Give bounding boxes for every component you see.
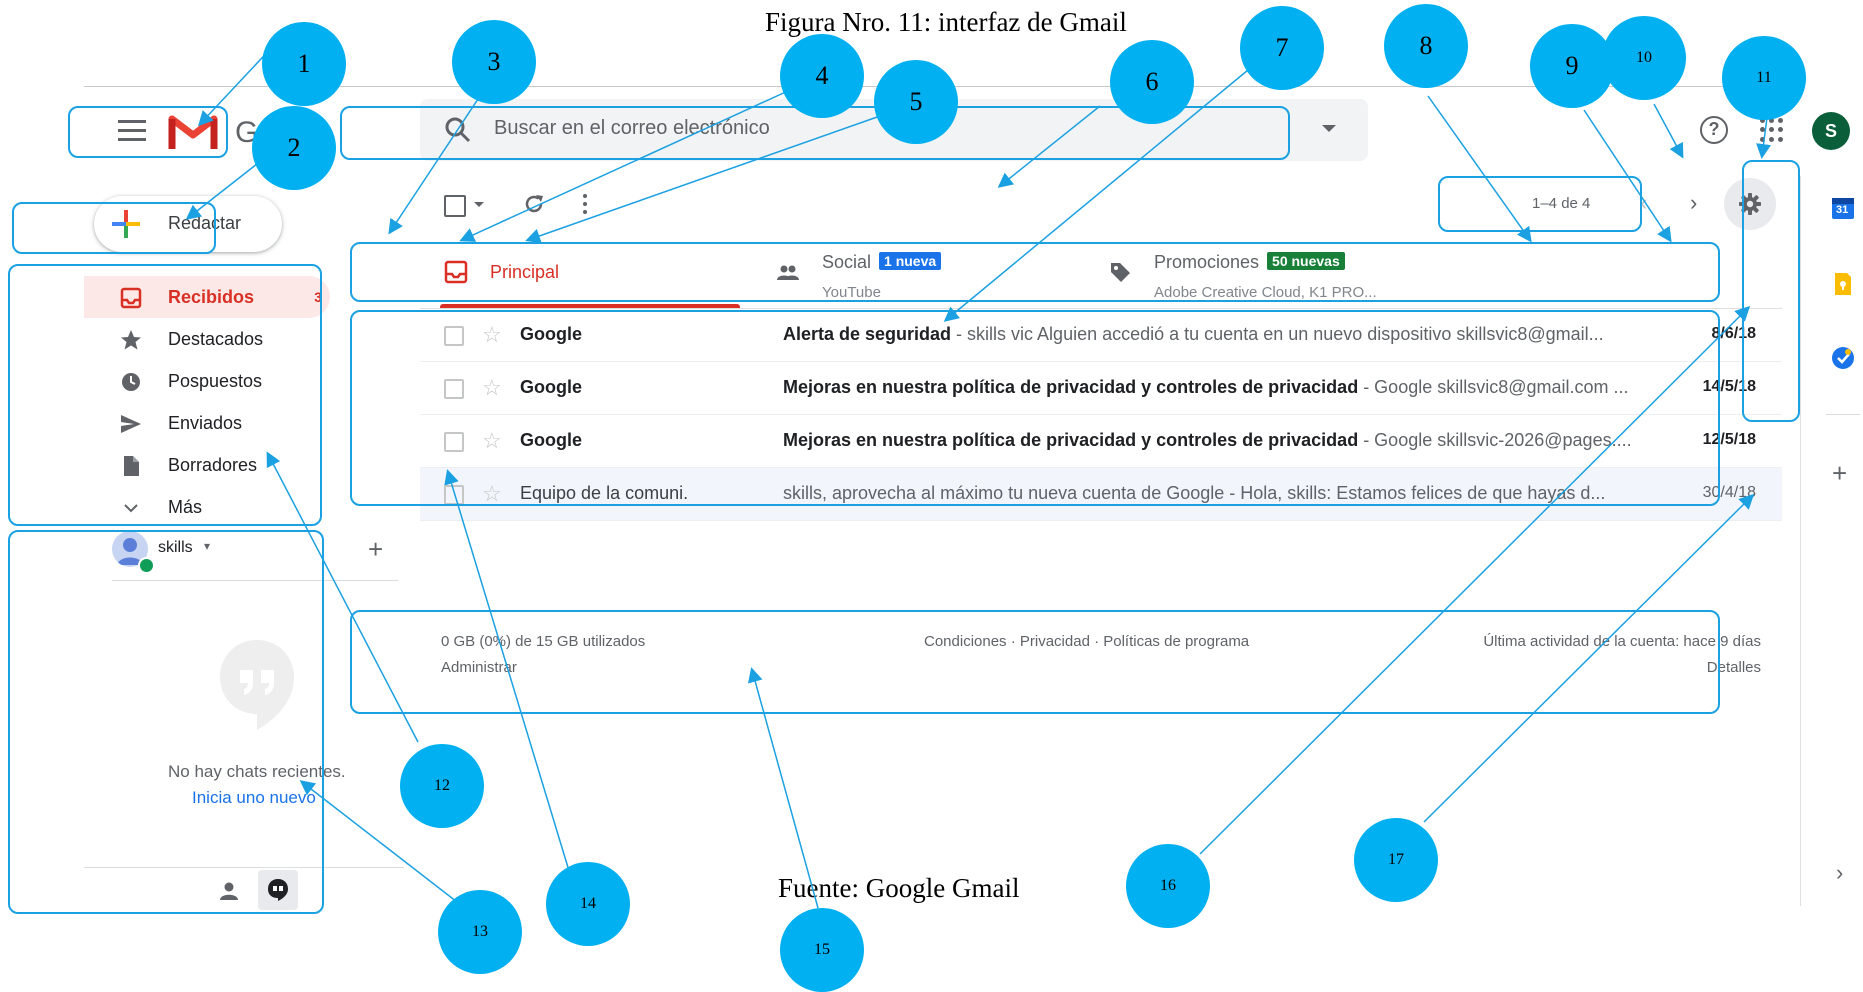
annotation-marker-5: 5 — [874, 60, 958, 144]
annotation-marker-16: 16 — [1126, 844, 1210, 928]
annotation-marker-7: 7 — [1240, 6, 1324, 90]
annotation-marker-6: 6 — [1110, 40, 1194, 124]
annotation-marker-8: 8 — [1384, 4, 1468, 88]
annotation-marker-4: 4 — [780, 34, 864, 118]
annotation-marker-15: 15 — [780, 908, 864, 992]
annotation-marker-3: 3 — [452, 20, 536, 104]
annotation-marker-1: 1 — [262, 22, 346, 106]
annotation-marker-17: 17 — [1354, 818, 1438, 902]
annotation-marker-12: 12 — [400, 744, 484, 828]
annotation-marker-2: 2 — [252, 106, 336, 190]
annotation-marker-11: 11 — [1722, 36, 1806, 120]
annotation-marker-14: 14 — [546, 862, 630, 946]
annotation-marker-10: 10 — [1602, 16, 1686, 100]
annotation-marker-13: 13 — [438, 890, 522, 974]
annotation-marker-9: 9 — [1530, 24, 1614, 108]
